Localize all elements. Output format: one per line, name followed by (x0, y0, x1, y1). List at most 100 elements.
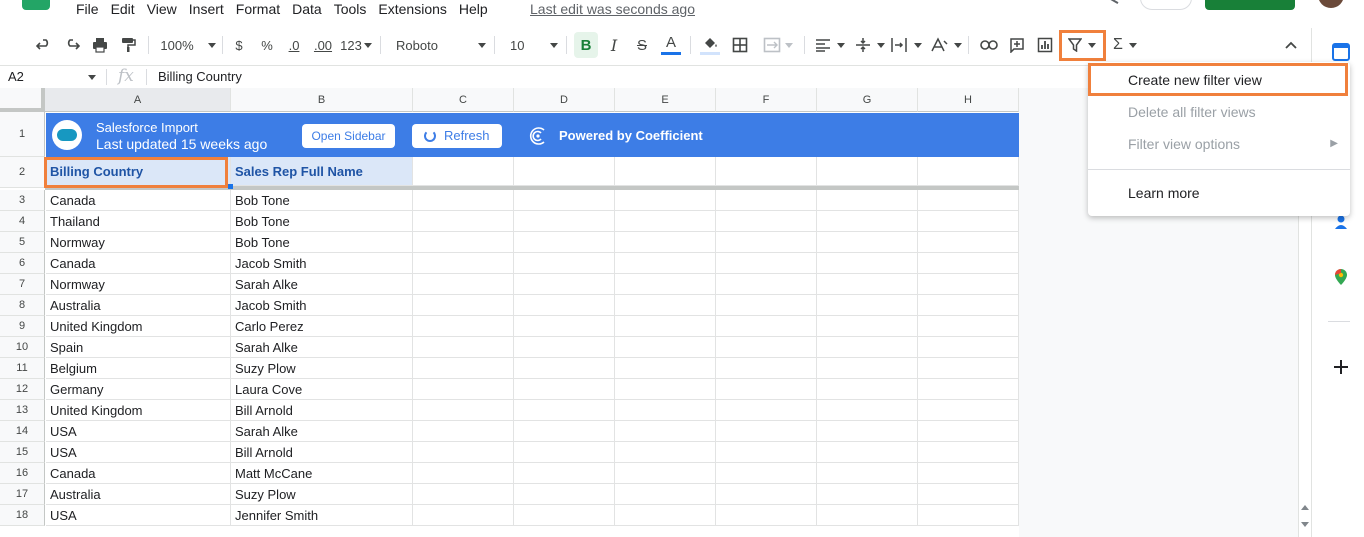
row-header[interactable]: 18 (0, 505, 45, 526)
empty-cell[interactable] (615, 400, 716, 421)
row-header[interactable]: 16 (0, 463, 45, 484)
sales-rep-cell[interactable]: Sarah Alke (231, 421, 413, 442)
row-header[interactable]: 14 (0, 421, 45, 442)
empty-cell[interactable] (413, 484, 514, 505)
empty-cell[interactable] (413, 358, 514, 379)
empty-cell[interactable] (413, 337, 514, 358)
empty-cell[interactable] (615, 379, 716, 400)
functions-icon[interactable]: Σ (1108, 28, 1142, 62)
empty-cell[interactable] (918, 421, 1019, 442)
empty-cell[interactable] (817, 421, 918, 442)
empty-cell[interactable] (514, 484, 615, 505)
row-header[interactable]: 11 (0, 358, 45, 379)
empty-cell[interactable] (514, 232, 615, 253)
last-edit-link[interactable]: Last edit was seconds ago (530, 0, 695, 18)
row-header[interactable]: 8 (0, 295, 45, 316)
empty-cell[interactable] (413, 253, 514, 274)
billing-country-cell[interactable]: Normway (46, 274, 231, 295)
menu-edit[interactable]: Edit (105, 0, 141, 18)
horizontal-align-icon[interactable] (814, 28, 846, 62)
italic-button[interactable]: I (604, 28, 624, 62)
sales-rep-cell[interactable]: Laura Cove (231, 379, 413, 400)
column-header-d[interactable]: D (514, 88, 615, 112)
empty-cell[interactable] (514, 190, 615, 211)
calendar-icon[interactable] (1332, 43, 1350, 61)
meet-chip[interactable] (1140, 0, 1192, 10)
name-box[interactable]: A2 (8, 69, 24, 84)
empty-cell[interactable] (615, 157, 716, 186)
currency-format-button[interactable]: $ (230, 28, 248, 62)
empty-cell[interactable] (918, 400, 1019, 421)
sales-rep-cell[interactable]: Sarah Alke (231, 274, 413, 295)
row-header[interactable]: 17 (0, 484, 45, 505)
empty-cell[interactable] (918, 505, 1019, 526)
empty-cell[interactable] (817, 232, 918, 253)
empty-cell[interactable] (817, 400, 918, 421)
empty-cell[interactable] (514, 295, 615, 316)
empty-cell[interactable] (514, 400, 615, 421)
sales-rep-cell[interactable]: Jennifer Smith (231, 505, 413, 526)
row-header[interactable]: 10 (0, 337, 45, 358)
empty-cell[interactable] (413, 463, 514, 484)
text-color-button[interactable]: A (660, 28, 682, 62)
empty-cell[interactable] (716, 442, 817, 463)
billing-country-cell[interactable]: Canada (46, 253, 231, 274)
empty-cell[interactable] (514, 211, 615, 232)
empty-cell[interactable] (716, 253, 817, 274)
empty-cell[interactable] (413, 274, 514, 295)
text-rotation-icon[interactable] (930, 28, 962, 62)
empty-cell[interactable] (918, 358, 1019, 379)
menu-extensions[interactable]: Extensions (372, 0, 452, 18)
maps-icon[interactable] (1332, 268, 1350, 286)
insert-link-icon[interactable] (978, 28, 1000, 62)
empty-cell[interactable] (615, 253, 716, 274)
empty-cell[interactable] (615, 463, 716, 484)
strikethrough-button[interactable]: S (632, 28, 652, 62)
text-wrapping-icon[interactable] (890, 28, 922, 62)
empty-cell[interactable] (716, 421, 817, 442)
font-select[interactable]: Roboto (390, 28, 486, 62)
menu-data[interactable]: Data (286, 0, 328, 18)
bold-button[interactable]: B (574, 32, 598, 58)
empty-cell[interactable] (716, 484, 817, 505)
empty-cell[interactable] (918, 484, 1019, 505)
empty-cell[interactable] (615, 274, 716, 295)
column-header-b[interactable]: B (231, 88, 413, 112)
billing-country-cell[interactable]: USA (46, 421, 231, 442)
empty-cell[interactable] (413, 232, 514, 253)
empty-cell[interactable] (918, 157, 1019, 186)
billing-country-cell[interactable]: Thailand (46, 211, 231, 232)
empty-cell[interactable] (413, 421, 514, 442)
empty-cell[interactable] (514, 505, 615, 526)
empty-cell[interactable] (817, 505, 918, 526)
name-box-caret[interactable] (88, 75, 96, 80)
menu-file[interactable]: File (70, 0, 105, 18)
scroll-down-icon[interactable] (1301, 522, 1309, 528)
print-icon[interactable] (90, 28, 110, 62)
empty-cell[interactable] (514, 379, 615, 400)
empty-cell[interactable] (716, 274, 817, 295)
menu-tools[interactable]: Tools (328, 0, 373, 18)
empty-cell[interactable] (514, 463, 615, 484)
empty-cell[interactable] (413, 400, 514, 421)
increase-decimal-button[interactable]: .00 (311, 28, 335, 62)
empty-cell[interactable] (716, 316, 817, 337)
insert-comment-icon[interactable] (1006, 28, 1028, 62)
avatar[interactable] (1318, 0, 1344, 8)
empty-cell[interactable] (615, 505, 716, 526)
empty-cell[interactable] (413, 211, 514, 232)
empty-cell[interactable] (716, 232, 817, 253)
billing-country-cell[interactable]: Belgium (46, 358, 231, 379)
sales-rep-cell[interactable]: Bob Tone (231, 190, 413, 211)
more-formats-button[interactable]: 123 (340, 28, 372, 62)
column-header-e[interactable]: E (615, 88, 716, 112)
empty-cell[interactable] (716, 295, 817, 316)
open-sidebar-button[interactable]: Open Sidebar (302, 124, 395, 148)
header-sales-rep[interactable]: Sales Rep Full Name (231, 157, 413, 186)
sales-rep-cell[interactable]: Bill Arnold (231, 442, 413, 463)
menu-help[interactable]: Help (453, 0, 494, 18)
borders-icon[interactable] (730, 28, 750, 62)
row-header[interactable]: 5 (0, 232, 45, 253)
empty-cell[interactable] (615, 211, 716, 232)
selection-handle[interactable] (228, 184, 233, 189)
